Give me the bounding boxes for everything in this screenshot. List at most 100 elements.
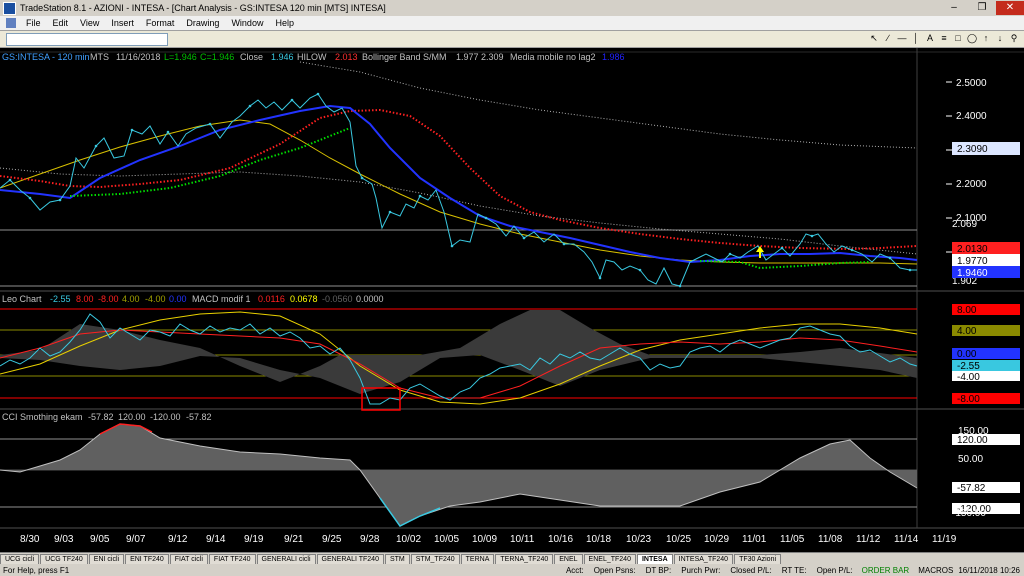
panel2-v5: -4.00 bbox=[145, 294, 166, 304]
panel2-m2: 0.0678 bbox=[290, 294, 318, 304]
status-macros[interactable]: MACROS bbox=[913, 566, 958, 575]
rectangle-icon[interactable]: □ bbox=[952, 32, 964, 44]
svg-text:10/16: 10/16 bbox=[548, 534, 573, 545]
chart-window-icon bbox=[6, 18, 16, 28]
ellipse-icon[interactable]: ◯ bbox=[966, 32, 978, 44]
time-x-axis: 8/30 9/03 9/05 9/07 9/12 9/14 9/19 9/21 … bbox=[20, 534, 957, 545]
panel2-m4: 0.0000 bbox=[356, 294, 384, 304]
svg-text:8/30: 8/30 bbox=[20, 534, 40, 545]
status-order-bar[interactable]: ORDER BAR bbox=[858, 566, 914, 575]
hilow-red-line bbox=[0, 108, 918, 251]
price-line bbox=[0, 93, 917, 287]
svg-text:9/07: 9/07 bbox=[126, 534, 146, 545]
panel2-v1: -2.55 bbox=[50, 294, 71, 304]
leo-chart-panel[interactable]: Leo Chart -2.55 8.00 -8.00 4.00 -4.00 0.… bbox=[0, 294, 1020, 411]
panel1-close-value: C=1.946 bbox=[200, 52, 234, 62]
last-price-text: 1.9460 bbox=[957, 268, 988, 279]
svg-text:9/12: 9/12 bbox=[168, 534, 188, 545]
cci-box-current-text: -57.82 bbox=[957, 483, 986, 494]
svg-text:9/25: 9/25 bbox=[322, 534, 342, 545]
drawing-toolbar: ↖ ∕ ― │ A ≡ □ ◯ ↑ ↓ ⚲ bbox=[0, 31, 1024, 48]
window-title: TradeStation 8.1 - AZIONI - INTESA - [Ch… bbox=[20, 3, 386, 13]
panel1-mm-label: Media mobile no lag2 bbox=[510, 52, 596, 62]
menu-view[interactable]: View bbox=[74, 18, 105, 28]
panel1-hilow-val: 2.013 bbox=[335, 52, 358, 62]
status-acct: Acct: bbox=[565, 565, 584, 575]
svg-text:10/23: 10/23 bbox=[626, 534, 651, 545]
panel2-v6: 0.00 bbox=[169, 294, 187, 304]
panel2-macd-label: MACD modif 1 bbox=[192, 294, 251, 304]
svg-text:9/19: 9/19 bbox=[244, 534, 264, 545]
svg-text:11/14: 11/14 bbox=[894, 534, 919, 545]
app-icon bbox=[3, 1, 16, 15]
panel2-v2: 8.00 bbox=[76, 294, 94, 304]
svg-text:10/09: 10/09 bbox=[472, 534, 497, 545]
panel1-exchange: MTS bbox=[90, 52, 109, 62]
menu-help[interactable]: Help bbox=[269, 18, 300, 28]
price-panel[interactable]: GS:INTESA - 120 min MTS 11/16/2018 L=1.9… bbox=[0, 52, 1020, 288]
menu-format[interactable]: Format bbox=[140, 18, 181, 28]
menu-window[interactable]: Window bbox=[225, 18, 269, 28]
status-purch-pwr: Purch Pwr: bbox=[681, 565, 721, 575]
trendline-icon[interactable]: ∕ bbox=[882, 32, 894, 44]
panel2-v4: 4.00 bbox=[122, 294, 140, 304]
svg-text:9/28: 9/28 bbox=[360, 534, 380, 545]
svg-text:9/21: 9/21 bbox=[284, 534, 304, 545]
svg-text:2.1000: 2.1000 bbox=[956, 213, 987, 224]
panel1-hilow-label: HILOW bbox=[297, 52, 327, 62]
hilow-price-text: 2.0130 bbox=[957, 244, 988, 255]
menu-edit[interactable]: Edit bbox=[47, 18, 75, 28]
panel2-m1: 0.0116 bbox=[258, 294, 285, 304]
leo-box-zero-text: 0.00 bbox=[957, 349, 977, 360]
zoom-icon[interactable]: ⚲ bbox=[1008, 32, 1020, 44]
chart-canvas[interactable]: GS:INTESA - 120 min MTS 11/16/2018 L=1.9… bbox=[0, 48, 1024, 552]
svg-text:9/05: 9/05 bbox=[90, 534, 110, 545]
panel3-v3: -120.00 bbox=[150, 412, 181, 422]
svg-text:11/05: 11/05 bbox=[780, 534, 805, 545]
svg-text:9/03: 9/03 bbox=[54, 534, 74, 545]
menu-drawing[interactable]: Drawing bbox=[180, 18, 225, 28]
price-dots bbox=[8, 92, 912, 288]
upper-band-price-text: 2.3090 bbox=[957, 144, 988, 155]
status-datetime: 16/11/2018 10:26 bbox=[958, 565, 1020, 575]
text-tool-icon[interactable]: A bbox=[924, 32, 936, 44]
svg-text:11/12: 11/12 bbox=[856, 534, 881, 545]
panel1-mm-val: 1.986 bbox=[602, 52, 625, 62]
cursor-icon[interactable]: ↖ bbox=[868, 32, 880, 44]
panel1-boll-v2: 2.309 bbox=[481, 52, 504, 62]
panel1-boll-label: Bollinger Band S/MM bbox=[362, 52, 447, 62]
svg-text:10/18: 10/18 bbox=[586, 534, 611, 545]
cci-box-120-text: 120.00 bbox=[957, 435, 988, 446]
arrow-down-icon[interactable]: ↓ bbox=[994, 32, 1006, 44]
svg-text:10/11: 10/11 bbox=[510, 534, 535, 545]
leo-histogram bbox=[0, 310, 917, 394]
menu-insert[interactable]: Insert bbox=[105, 18, 140, 28]
vertical-line-icon[interactable]: │ bbox=[910, 32, 922, 44]
horizontal-line-icon[interactable]: ― bbox=[896, 32, 908, 44]
symbol-input[interactable] bbox=[6, 32, 168, 46]
leo-box-minus4-text: -4.00 bbox=[957, 372, 980, 383]
svg-text:11/19: 11/19 bbox=[932, 534, 957, 545]
panel1-close-label: Close bbox=[240, 52, 263, 62]
svg-text:2.4000: 2.4000 bbox=[956, 111, 987, 122]
chart-analysis-window[interactable]: GS:INTESA - 120 min MTS 11/16/2018 L=1.9… bbox=[0, 48, 1024, 552]
menu-file[interactable]: File bbox=[20, 18, 47, 28]
arrow-up-icon[interactable]: ↑ bbox=[980, 32, 992, 44]
svg-text:2.5000: 2.5000 bbox=[956, 78, 987, 89]
mid-band-price-text: 1.9770 bbox=[957, 256, 988, 267]
menu-bar: File Edit View Insert Format Drawing Win… bbox=[0, 16, 1024, 31]
fibonacci-icon[interactable]: ≡ bbox=[938, 32, 950, 44]
leo-box-minus8-text: -8.00 bbox=[957, 394, 980, 405]
title-bar: TradeStation 8.1 - AZIONI - INTESA - [Ch… bbox=[0, 0, 1024, 17]
close-icon[interactable]: ✕ bbox=[996, 1, 1024, 15]
minimize-icon[interactable]: – bbox=[940, 1, 968, 15]
status-help-text: For Help, press F1 bbox=[3, 565, 70, 575]
panel2-m3: -0.0560 bbox=[322, 294, 353, 304]
restore-icon[interactable]: ❐ bbox=[968, 1, 996, 15]
leo-box-plus8-text: 8.00 bbox=[957, 305, 977, 316]
green-support-line-2 bbox=[699, 260, 871, 270]
svg-text:11/08: 11/08 bbox=[818, 534, 843, 545]
panel3-v1: -57.82 bbox=[88, 412, 114, 422]
cci-panel[interactable]: CCI Smothing ekam -57.82 120.00 -120.00 … bbox=[0, 412, 1020, 527]
status-open-psns: Open Psns: bbox=[593, 565, 636, 575]
